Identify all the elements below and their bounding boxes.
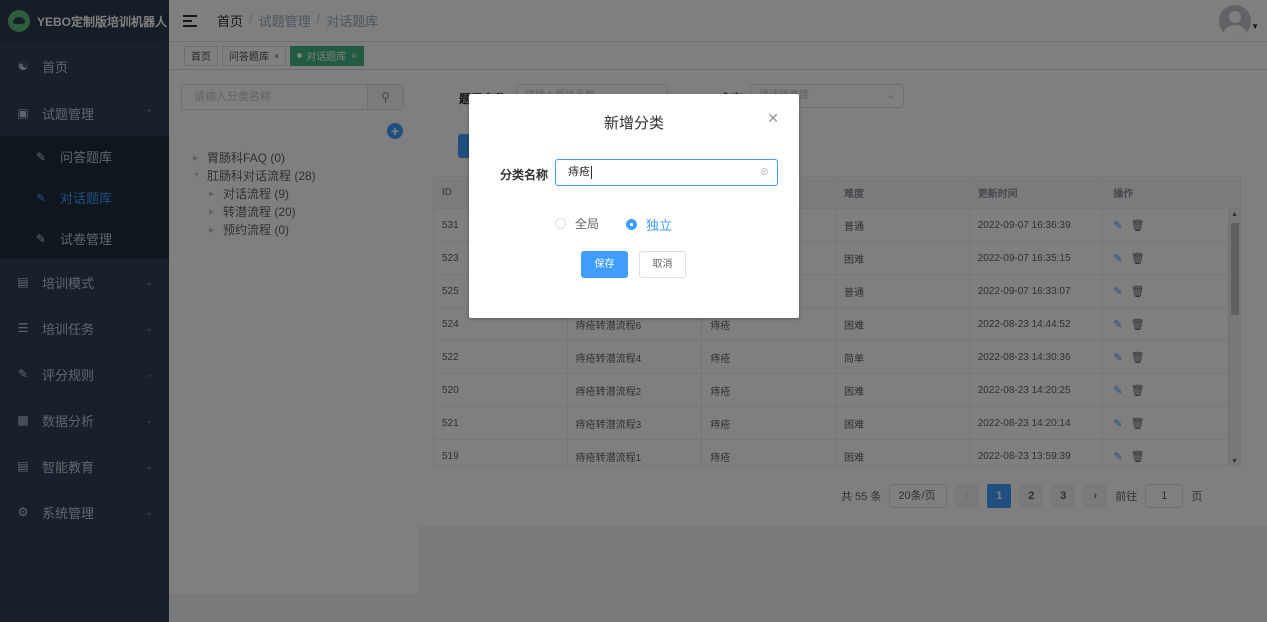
- category-name-input[interactable]: 痔疮 ⊗: [555, 159, 778, 186]
- radio-circle-icon: [555, 218, 566, 229]
- category-name-label: 分类名称: [500, 168, 549, 182]
- add-category-dialog: 新增分类 ✕ 分类名称 痔疮 ⊗ 全局 独立 保存 取消: [469, 94, 799, 318]
- radio-global[interactable]: 全局: [555, 215, 599, 232]
- radio-checked-icon: [626, 219, 637, 230]
- dialog-title: 新增分类: [603, 115, 664, 132]
- save-button[interactable]: 保存: [581, 251, 628, 278]
- cancel-button[interactable]: 取消: [639, 251, 686, 278]
- category-name-value: 痔疮: [568, 166, 590, 178]
- radio-label: 独立: [646, 218, 673, 233]
- radio-label: 全局: [575, 217, 600, 231]
- clear-icon[interactable]: ⊗: [760, 160, 769, 185]
- radio-independent[interactable]: 独立: [626, 215, 672, 234]
- close-icon[interactable]: ✕: [767, 110, 779, 127]
- text-cursor: [591, 165, 592, 179]
